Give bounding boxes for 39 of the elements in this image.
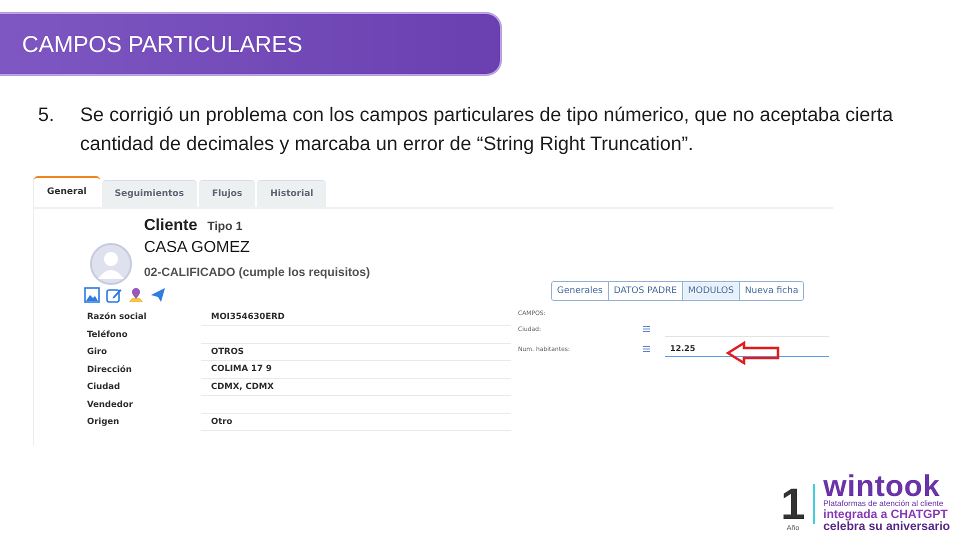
field-label: Razón social bbox=[87, 312, 148, 322]
location-pin-icon[interactable] bbox=[128, 286, 144, 302]
field-value[interactable]: CDMX, CDMX bbox=[201, 378, 511, 396]
list-number: 5. bbox=[38, 103, 56, 128]
record-title: Cliente bbox=[144, 216, 198, 234]
field-label: Vendedor bbox=[87, 400, 134, 410]
brand-tagline: Plataformas de atención al cliente bbox=[823, 500, 944, 508]
brand-logo: wintook bbox=[823, 473, 940, 500]
slide-title: CAMPOS PARTICULARES bbox=[22, 30, 302, 58]
section-button[interactable]: Generales bbox=[551, 280, 609, 300]
tab[interactable]: Seguimientos bbox=[102, 180, 197, 206]
field-value[interactable]: MOI354630ERD bbox=[201, 308, 511, 326]
logo-text: celebra su aniversario bbox=[823, 520, 950, 532]
list-icon[interactable] bbox=[643, 346, 650, 352]
field-value[interactable]: OTROS bbox=[201, 344, 511, 361]
image-icon[interactable] bbox=[84, 286, 100, 302]
field-value[interactable]: COLIMA 17 9 bbox=[201, 361, 511, 378]
input-field[interactable]: 12.25 bbox=[665, 340, 829, 356]
tab[interactable]: Flujos bbox=[198, 180, 256, 206]
field-label: Giro bbox=[87, 347, 108, 358]
field-label: Dirección bbox=[87, 364, 133, 375]
tab[interactable]: Historial bbox=[257, 180, 326, 206]
field-label: Ciudad bbox=[87, 382, 122, 392]
field-label: Origen bbox=[87, 417, 120, 428]
field-label: Teléfono bbox=[87, 330, 129, 340]
edit-icon[interactable] bbox=[106, 286, 122, 302]
section-button[interactable]: MODULOS bbox=[682, 280, 740, 300]
field-value[interactable]: Otro bbox=[201, 414, 511, 431]
avatar-icon bbox=[90, 242, 132, 284]
logo-text: integrada a CHATGPT bbox=[823, 508, 949, 520]
point-text: Se corrigió un problema con los campos particulares de tipo númerico, que no aceptaba cierta cantidad de decimales y marcaba un error de “String Right Truncation”. bbox=[80, 103, 894, 158]
send-icon[interactable] bbox=[150, 286, 166, 302]
section-button[interactable]: DATOS PADRE bbox=[608, 280, 683, 300]
record-type: Tipo 1 bbox=[207, 218, 242, 232]
section-button[interactable]: Nueva ficha bbox=[738, 280, 804, 300]
anniversary-number: 1 bbox=[780, 485, 806, 525]
list-icon[interactable] bbox=[643, 326, 650, 332]
client-status: 02-CALIFICADO (cumple los requisitos) bbox=[144, 264, 370, 278]
client-name: CASA GOMEZ bbox=[144, 238, 251, 256]
